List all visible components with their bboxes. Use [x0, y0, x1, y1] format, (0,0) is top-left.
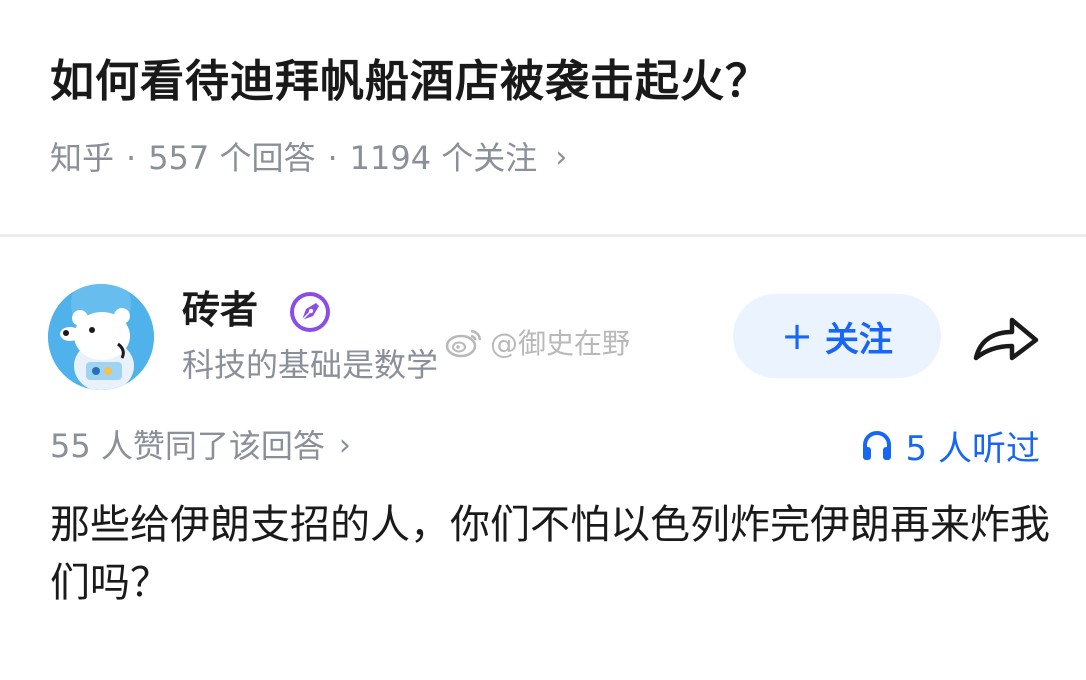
question-header: 如何看待迪拜帆船酒店被袭击起火？ 知乎 · 557 个回答 · 1194 个关注…	[0, 0, 1086, 232]
watermark: @御史在野	[444, 322, 630, 362]
upvote-count: 55 人赞同了该回答	[50, 427, 325, 465]
answer-count: 557 个回答	[148, 139, 316, 177]
section-divider	[0, 234, 1086, 237]
watermark-text: @御史在野	[490, 327, 631, 360]
author-avatar[interactable]	[48, 284, 154, 390]
follow-button[interactable]: + 关注	[733, 294, 941, 378]
listen-count-label: 5 人听过	[905, 428, 1040, 469]
follow-label: 关注	[824, 319, 893, 360]
chevron-right-icon: ›	[555, 140, 568, 175]
question-meta[interactable]: 知乎 · 557 个回答 · 1194 个关注 ›	[50, 136, 567, 180]
author-name[interactable]: 砖者	[182, 285, 258, 335]
upvote-summary[interactable]: 55 人赞同了该回答 ›	[50, 424, 351, 468]
question-title[interactable]: 如何看待迪拜帆船酒店被袭击起火？	[50, 52, 770, 112]
listen-count[interactable]: 5 人听过	[860, 422, 1040, 469]
plus-icon: +	[781, 314, 813, 358]
chevron-right-icon: ›	[338, 428, 351, 463]
follower-count: 1194 个关注	[349, 139, 538, 177]
meta-separator: ·	[327, 139, 338, 177]
source-label: 知乎	[50, 139, 115, 177]
answer-content[interactable]: 那些给伊朗支招的人，你们不怕以色列炸完伊朗再来炸我们吗？	[50, 496, 1050, 612]
author-bio: 科技的基础是数学	[182, 346, 439, 384]
polar-bear-avatar-icon	[48, 284, 154, 390]
share-arrow-icon[interactable]	[968, 308, 1042, 368]
weibo-icon	[445, 329, 482, 358]
pen-badge-icon	[290, 292, 330, 332]
meta-separator: ·	[126, 139, 137, 177]
headphones-icon	[862, 431, 891, 460]
